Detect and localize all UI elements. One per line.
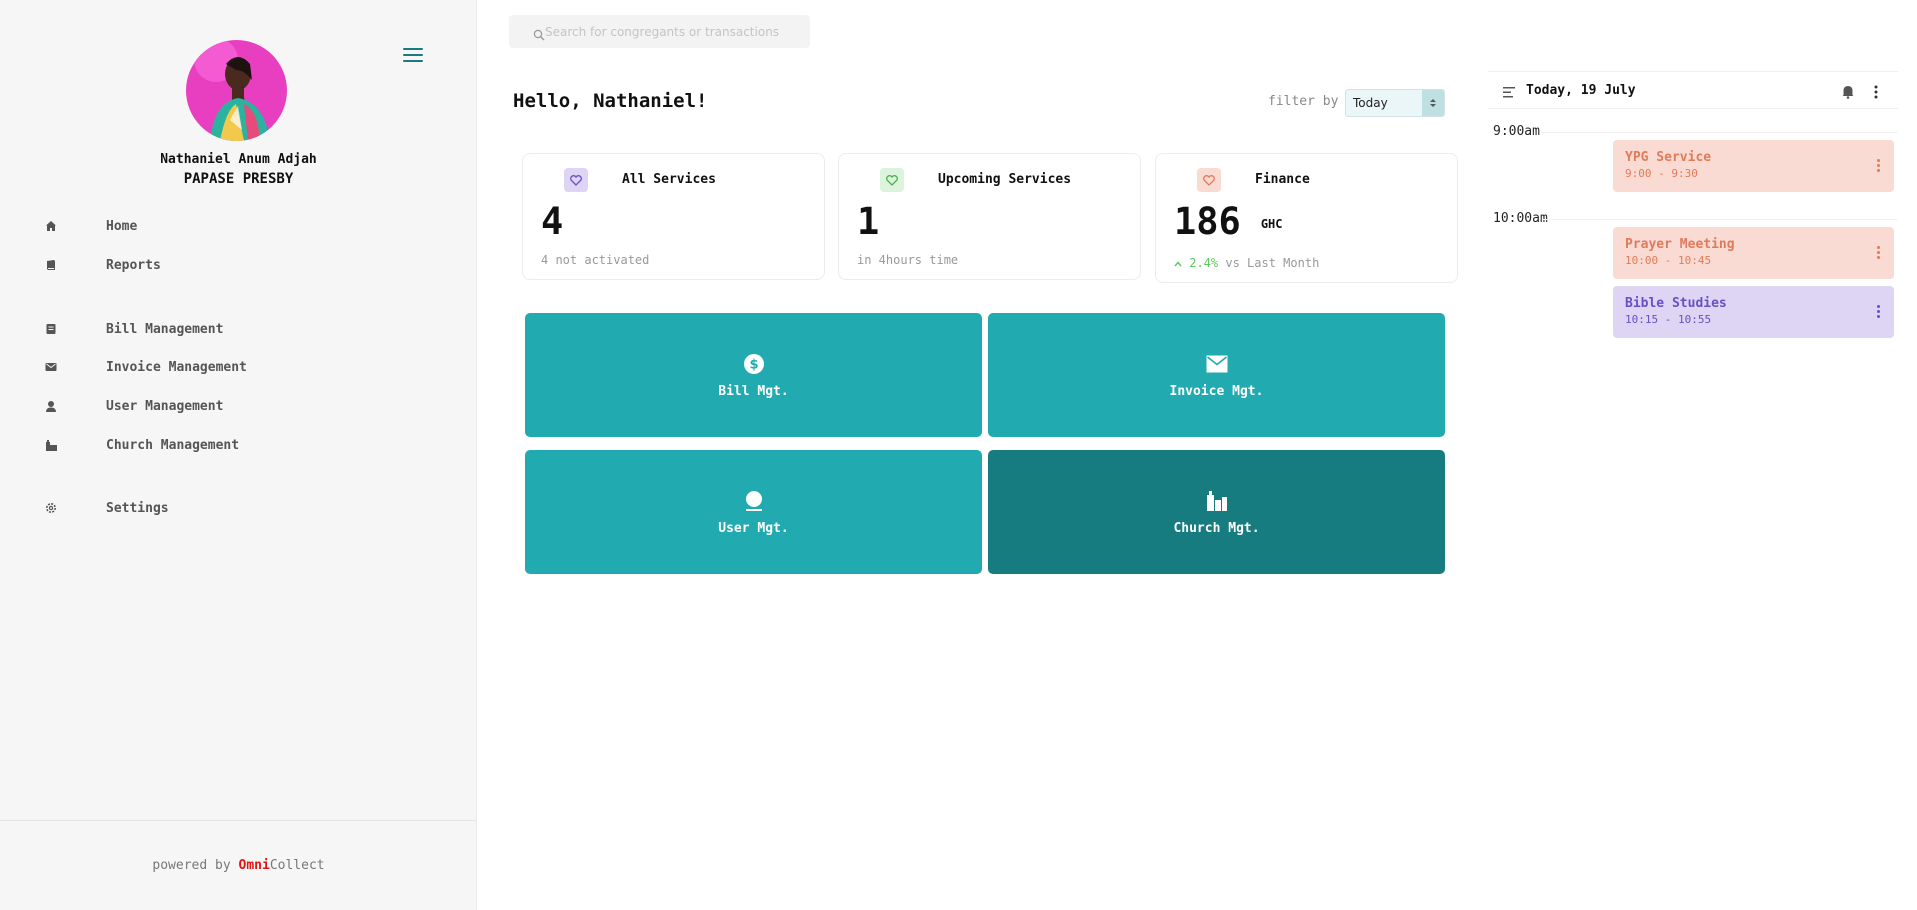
sidebar-item-settings[interactable]: Settings (44, 494, 424, 522)
svg-text:$: $ (749, 357, 758, 372)
stat-number: 4 (541, 200, 564, 243)
search-bar (509, 15, 810, 48)
more-vertical-icon[interactable] (1874, 84, 1878, 99)
greeting: Hello, Nathaniel! (513, 90, 708, 112)
stat-subtext: 4 not activated (541, 253, 650, 267)
tile-bill-mgt[interactable]: $ Bill Mgt. (525, 313, 982, 437)
schedule-date: Today, 19 July (1526, 83, 1636, 98)
sidebar: Nathaniel Anum Adjah PAPASE PRESBY Home … (0, 0, 477, 910)
tile-label: Invoice Mgt. (1169, 383, 1264, 399)
event-card-bible-studies[interactable]: Bible Studies 10:15 - 10:55 (1613, 286, 1894, 338)
mail-icon (1205, 352, 1229, 376)
brand-omni: Omni (238, 858, 270, 873)
tile-label: User Mgt. (718, 520, 789, 536)
sidebar-item-label: Reports (106, 257, 161, 273)
event-title: Prayer Meeting (1625, 237, 1735, 252)
tile-label: Church Mgt. (1173, 520, 1260, 536)
select-arrows-icon (1422, 90, 1444, 116)
bell-icon[interactable] (1841, 84, 1855, 99)
trend-value: 2.4% (1189, 256, 1219, 270)
church-icon (1205, 489, 1229, 513)
tile-user-mgt[interactable]: User Mgt. (525, 450, 982, 574)
dollar-icon: $ (742, 352, 766, 376)
sidebar-item-reports[interactable]: Reports (44, 251, 424, 279)
event-card-prayer-meeting[interactable]: Prayer Meeting 10:00 - 10:45 (1613, 227, 1894, 279)
church-icon (44, 438, 58, 452)
sidebar-item-label: Invoice Management (106, 359, 247, 375)
event-time: 10:00 - 10:45 (1625, 254, 1712, 267)
book-icon (44, 258, 58, 272)
tile-church-mgt[interactable]: Church Mgt. (988, 450, 1445, 574)
search-input[interactable] (545, 24, 810, 39)
sidebar-item-bill-management[interactable]: Bill Management (44, 315, 424, 343)
time-label: 9:00am (1493, 124, 1540, 139)
more-vertical-icon[interactable] (1877, 305, 1880, 318)
mail-icon (44, 360, 58, 374)
trend-up-icon (1174, 256, 1189, 270)
sidebar-item-label: User Management (106, 398, 224, 414)
event-title: YPG Service (1625, 150, 1712, 165)
more-vertical-icon[interactable] (1877, 246, 1880, 259)
stat-number: 186 (1174, 200, 1241, 243)
stat-card-finance[interactable]: Finance 186 GHC 2.4% vs Last Month (1155, 153, 1458, 283)
church-name: PAPASE PRESBY (183, 171, 294, 187)
stat-value: 1 (857, 200, 879, 243)
stat-title: All Services (622, 172, 716, 187)
align-left-icon[interactable] (1502, 84, 1516, 98)
sidebar-item-user-management[interactable]: User Management (44, 392, 424, 420)
search-icon (533, 26, 545, 41)
more-vertical-icon[interactable] (1877, 159, 1880, 172)
schedule-header: Today, 19 July (1488, 71, 1898, 109)
sidebar-item-church-management[interactable]: Church Management (44, 431, 424, 459)
user-icon (44, 399, 58, 413)
stat-title: Finance (1255, 172, 1310, 187)
stat-number: 1 (857, 200, 880, 243)
stat-value: 186 GHC (1174, 200, 1283, 243)
time-label: 10:00am (1493, 211, 1548, 226)
user-name: Nathaniel Anum Adjah (160, 152, 317, 167)
event-title: Bible Studies (1625, 296, 1727, 311)
time-divider (1542, 219, 1898, 220)
time-divider (1542, 132, 1898, 133)
stat-subtext: 2.4% vs Last Month (1174, 256, 1319, 270)
event-time: 10:15 - 10:55 (1625, 313, 1712, 326)
filter-select[interactable]: Today (1345, 89, 1445, 117)
powered-by: powered by OmniCollect (0, 858, 477, 873)
bill-icon (44, 322, 58, 336)
sidebar-item-label: Home (106, 218, 138, 234)
sidebar-item-label: Bill Management (106, 321, 224, 337)
home-icon (44, 219, 58, 233)
user-icon (742, 489, 766, 513)
tile-invoice-mgt[interactable]: Invoice Mgt. (988, 313, 1445, 437)
filter-label: filter by (1268, 94, 1339, 109)
stat-subtext: in 4hours time (857, 253, 959, 267)
heart-icon (880, 168, 904, 192)
stat-card-all-services[interactable]: All Services 4 4 not activated (522, 153, 825, 280)
heart-icon (1197, 168, 1221, 192)
sidebar-item-label: Settings (106, 500, 169, 516)
stat-unit: GHC (1260, 216, 1283, 231)
avatar[interactable] (186, 40, 287, 141)
powered-by-text: powered by (152, 858, 231, 873)
sidebar-item-invoice-management[interactable]: Invoice Management (44, 353, 424, 381)
sidebar-item-label: Church Management (106, 437, 240, 453)
tile-label: Bill Mgt. (718, 383, 789, 399)
stat-value: 4 (541, 200, 563, 243)
sidebar-divider (0, 820, 477, 821)
stat-title: Upcoming Services (938, 172, 1072, 187)
filter-value: Today (1353, 96, 1388, 110)
sidebar-item-home[interactable]: Home (44, 212, 424, 240)
event-card-ypg-service[interactable]: YPG Service 9:00 - 9:30 (1613, 140, 1894, 192)
stat-card-upcoming-services[interactable]: Upcoming Services 1 in 4hours time (838, 153, 1141, 280)
trend-comparison: vs Last Month (1225, 256, 1320, 270)
gear-icon (44, 501, 58, 515)
hamburger-menu-icon[interactable] (403, 48, 423, 64)
brand-collect: Collect (269, 858, 325, 873)
heart-icon (564, 168, 588, 192)
event-time: 9:00 - 9:30 (1625, 167, 1698, 180)
